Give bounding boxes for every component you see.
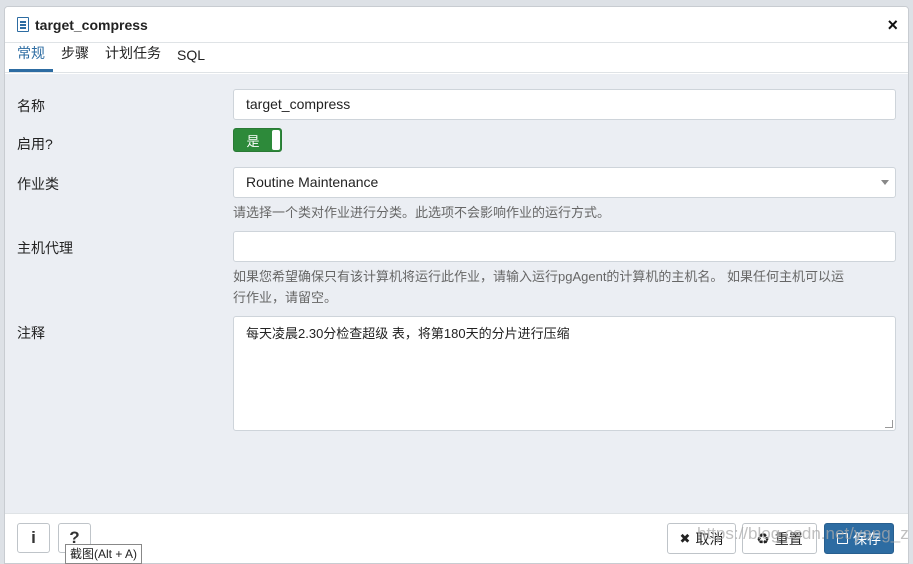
name-label: 名称 [17,98,45,114]
host-agent-help: 如果您希望确保只有该计算机将运行此作业，请输入运行pgAgent的计算机的主机名… [233,266,901,308]
tab-steps[interactable]: 步骤 [53,43,97,72]
close-icon[interactable]: × [887,16,898,34]
tab-general[interactable]: 常规 [9,43,53,72]
document-icon [17,17,29,32]
comment-textarea[interactable]: 每天凌晨2.30分检查超级 表，将第180天的分片进行压缩 [233,316,896,431]
comment-text: 每天凌晨2.30分检查超级 表，将第180天的分片进行压缩 [246,326,570,341]
host-agent-label: 主机代理 [17,240,73,256]
close-icon: ✖ [679,530,691,546]
screenshot-tooltip: 截图(Alt + A) [65,544,143,564]
reset-button[interactable]: ♻ 重置 [742,523,817,554]
enabled-label: 启用? [17,136,53,152]
save-button[interactable]: 保存 [824,523,894,554]
job-class-select[interactable]: Routine Maintenance [233,167,896,198]
host-agent-help-line2: 行作业，请留空。 [233,290,338,305]
recycle-icon: ♻ [756,530,770,548]
job-class-value: Routine Maintenance [246,174,379,190]
tab-bar: 常规 步骤 计划任务 SQL [5,43,908,73]
tab-sql[interactable]: SQL [169,47,213,72]
toggle-knob [272,130,280,150]
cancel-label: 取消 [695,530,724,547]
save-icon [837,533,848,544]
enabled-toggle[interactable]: 是 [233,128,282,152]
form-body: 名称 target_compress 启用? 是 作业类 Routine Mai… [5,74,908,513]
job-class-help: 请选择一个类对作业进行分类。此选项不会影响作业的运行方式。 [233,205,611,220]
cancel-button[interactable]: ✖ 取消 [667,523,736,554]
job-dialog: target_compress × 常规 步骤 计划任务 SQL 名称 targ… [4,6,909,564]
comment-label: 注释 [17,325,45,341]
toggle-label: 是 [246,133,260,149]
tab-schedules[interactable]: 计划任务 [97,43,169,72]
info-icon: i [31,528,36,547]
reset-label: 重置 [774,530,803,547]
job-class-label: 作业类 [17,176,59,192]
host-agent-help-line1: 如果您希望确保只有该计算机将运行此作业，请输入运行pgAgent的计算机的主机名… [233,269,845,284]
save-label: 保存 [853,530,881,547]
caret-down-icon [881,180,889,185]
dialog-title: target_compress [35,16,148,33]
host-agent-input[interactable] [233,231,896,262]
name-input[interactable]: target_compress [233,89,896,120]
info-button[interactable]: i [17,523,50,553]
resize-grip-icon[interactable] [885,420,893,428]
dialog-titlebar: target_compress × [5,7,908,43]
